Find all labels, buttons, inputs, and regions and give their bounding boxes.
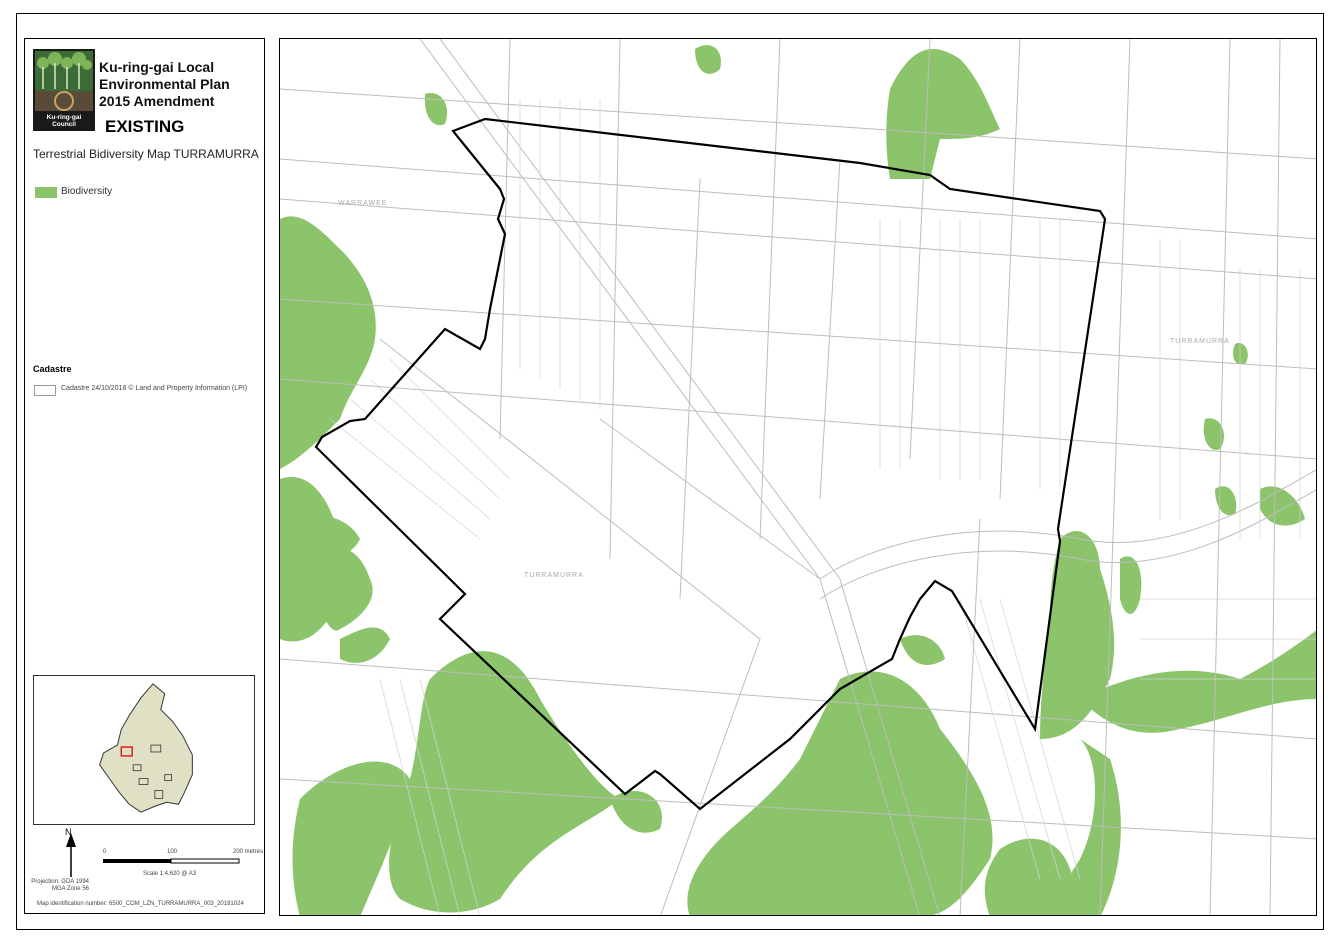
cadastre-heading: Cadastre <box>33 364 72 374</box>
map-identification: Map identification number: 6500_COM_LZN_… <box>37 901 244 907</box>
biodiversity-legend-label: Biodiversity <box>61 186 113 197</box>
north-arrow-icon <box>66 833 76 877</box>
place-label-turramurra-centre: TURRAMURRA <box>524 572 584 579</box>
north-label: N <box>65 827 72 837</box>
map-svg: WARRAWEE TURRAMURRA TURRAMURRA <box>280 39 1316 915</box>
locality-inset-map <box>33 675 255 825</box>
cadastre-swatch <box>34 385 56 396</box>
status-label: EXISTING <box>105 117 185 136</box>
place-label-turramurra-east: TURRAMURRA <box>1170 338 1230 345</box>
biodiversity-areas <box>280 45 1316 915</box>
biodiversity-swatch <box>35 187 57 198</box>
map-subtitle: Terrestrial Bidiversity Map TURRAMURRA <box>33 147 259 161</box>
place-label-warrawee: WARRAWEE <box>338 200 387 207</box>
legend-panel: Ku-ring-gai Council Ku-ring-gai Local En… <box>24 38 265 914</box>
council-logo: Ku-ring-gai Council <box>33 49 95 131</box>
scale-tick-100: 100 <box>167 849 178 855</box>
scale-text: Scale 1:4,620 @ A3 <box>143 871 197 877</box>
svg-text:Council: Council <box>52 121 76 128</box>
map-canvas[interactable]: WARRAWEE TURRAMURRA TURRAMURRA <box>279 38 1317 916</box>
scale-tick-0: 0 <box>103 849 107 855</box>
plan-title-line-1: Ku-ring-gai Local <box>99 59 215 75</box>
scale-tick-200: 200 metres <box>233 849 264 855</box>
projection-text: Projection: GDA 1994 MGA Zone 56 <box>31 879 89 892</box>
plan-title-line-3: 2015 Amendment <box>99 93 215 109</box>
plan-title-line-2: Environmental Plan <box>99 76 230 92</box>
svg-text:Ku-ring-gai: Ku-ring-gai <box>47 114 82 121</box>
cadastre-legend-label: Cadastre 24/10/2018 © Land and Property … <box>61 385 248 392</box>
plan-title: Ku-ring-gai Local Environmental Plan 201… <box>99 59 230 110</box>
